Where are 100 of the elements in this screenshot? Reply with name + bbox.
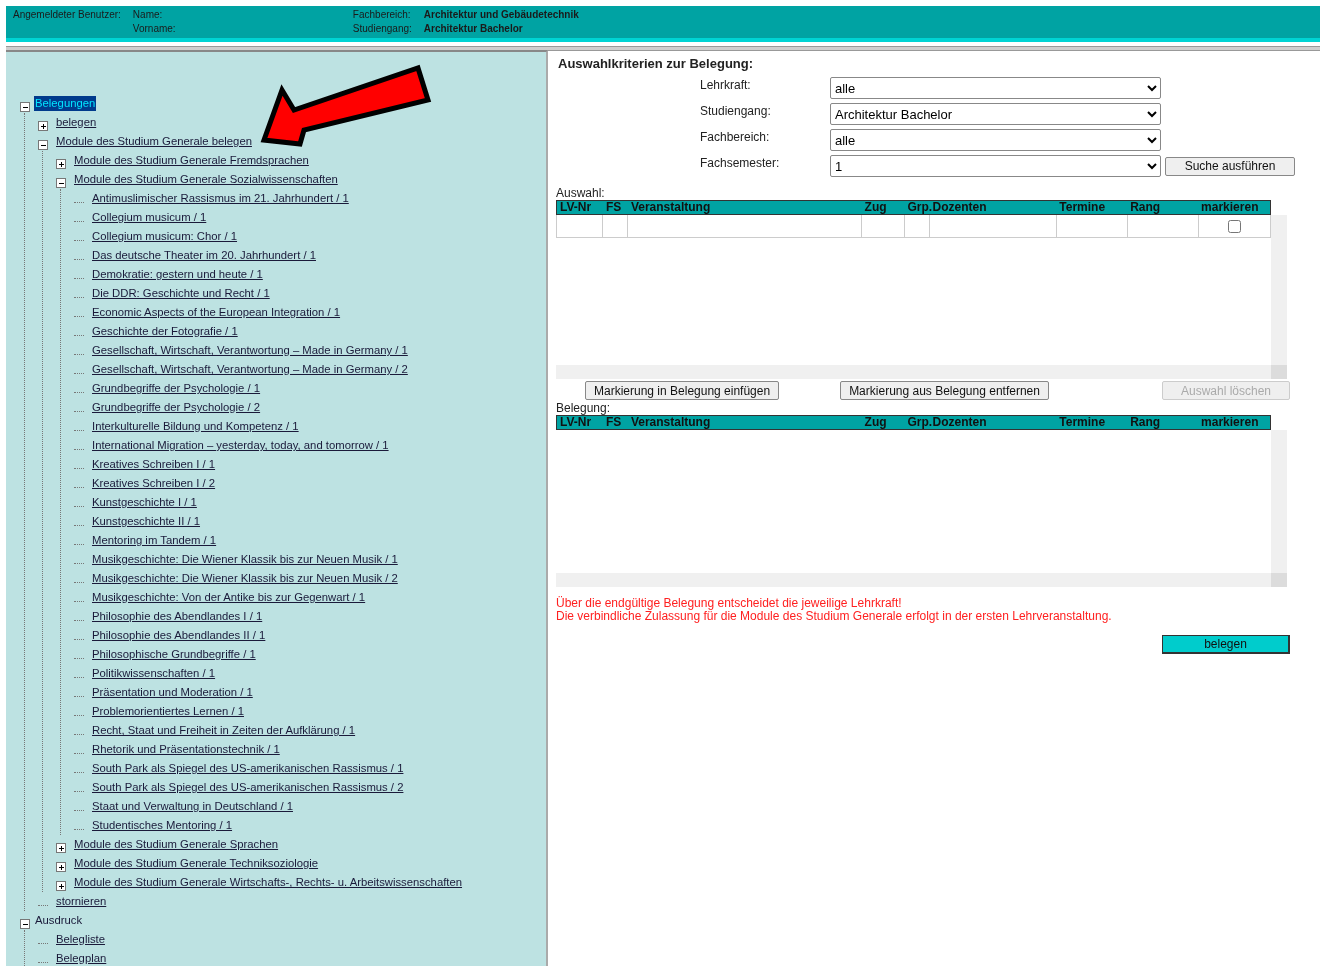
tree-link[interactable]: Module des Studium Generale Sozialwissenschaften — [70, 172, 338, 187]
column-header: Grp. — [904, 416, 930, 429]
column-header: Veranstaltung — [627, 201, 862, 214]
tree-link[interactable]: Philosophie des Abendlandes I / 1 — [88, 609, 263, 624]
tree-link[interactable]: Collegium musicum / 1 — [88, 210, 207, 225]
tree-item[interactable]: Ausdruck — [34, 913, 84, 928]
action-button[interactable]: Markierung aus Belegung entfernen — [840, 381, 1049, 400]
column-header: Veranstaltung — [627, 416, 862, 429]
scrollbar-corner — [1271, 573, 1287, 587]
tree-link[interactable]: Gesellschaft, Wirtschaft, Verantwortung – Made in Germany / 1 — [88, 343, 408, 358]
column-header: Termine — [1056, 201, 1128, 214]
table-label: Auswahl: — [556, 187, 606, 200]
tree-link[interactable]: Geschichte der Fotografie / 1 — [88, 324, 238, 339]
tree-link[interactable]: Gesellschaft, Wirtschaft, Verantwortung – Made in Germany / 2 — [88, 362, 408, 377]
column-header: Zug — [861, 201, 905, 214]
expand-icon[interactable] — [56, 861, 66, 872]
tree-link[interactable]: Collegium musicum: Chor / 1 — [88, 229, 238, 244]
collapse-icon[interactable] — [56, 177, 66, 188]
tree-link[interactable]: Problemorientiertes Lernen / 1 — [88, 704, 244, 719]
tree-link[interactable]: Mentoring im Tandem / 1 — [88, 533, 217, 548]
field-label: Fachbereich: — [700, 129, 771, 144]
tree-link[interactable]: Philosophische Grundbegriffe / 1 — [88, 647, 256, 662]
column-header: Zug — [861, 416, 905, 429]
dropdown[interactable]: 1 — [830, 155, 1161, 177]
column-header: FS — [602, 201, 628, 214]
column-header: markieren — [1198, 416, 1270, 429]
tree-link[interactable]: South Park als Spiegel des US-amerikanischen Rassismus / 2 — [88, 780, 404, 795]
tree-link[interactable]: Rhetorik und Präsentationstechnik / 1 — [88, 742, 280, 757]
tree-link[interactable]: Belegliste — [52, 932, 105, 947]
field-label: Angemeldeter Benutzer: — [13, 8, 121, 22]
tree-link[interactable]: Politikwissenschaften / 1 — [88, 666, 216, 681]
tree-link[interactable]: Kunstgeschichte II / 1 — [88, 514, 200, 529]
column-header: Rang — [1127, 201, 1199, 214]
column-header: Rang — [1127, 416, 1199, 429]
tree-link[interactable]: Musikgeschichte: Die Wiener Klassik bis zur Neuen Musik / 1 — [88, 552, 398, 567]
tree-link[interactable]: Module des Studium Generale Fremdsprachen — [70, 153, 309, 168]
tree-link[interactable]: Demokratie: gestern und heute / 1 — [88, 267, 263, 282]
tree-link[interactable]: Philosophie des Abendlandes II / 1 — [88, 628, 266, 643]
tree-link[interactable]: Antimuslimischer Rassismus im 21. Jahrhundert / 1 — [88, 191, 349, 206]
column-header: Termine — [1056, 416, 1128, 429]
vertical-scrollbar[interactable] — [1271, 430, 1287, 573]
horizontal-scrollbar[interactable] — [556, 365, 1271, 379]
field-label: Studiengang: — [700, 103, 772, 118]
tree-link[interactable]: Das deutsche Theater im 20. Jahrhundert / 1 — [88, 248, 316, 263]
dropdown[interactable]: Architektur Bachelor — [830, 103, 1161, 125]
field-label: Fachbereich: — [352, 8, 412, 22]
column-header: Grp. — [904, 201, 930, 214]
tree-link[interactable]: Kreatives Schreiben I / 1 — [88, 457, 216, 472]
tree-link[interactable]: Module des Studium Generale Sprachen — [70, 837, 279, 852]
warning-text: Die verbindliche Zulassung für die Module des Studium Generale erfolgt in der ersten Lehrveranstaltung. — [556, 610, 1113, 623]
tree-link[interactable]: International Migration – yesterday, today, and tomorrow / 1 — [88, 438, 389, 453]
submit-button[interactable]: belegen — [1162, 635, 1290, 654]
tree-link[interactable]: Interkulturelle Bildung und Kompetenz / 1 — [88, 419, 299, 434]
tree-item[interactable]: Belegungen — [34, 96, 97, 111]
tree-link[interactable]: Recht, Staat und Freiheit in Zeiten der Aufklärung / 1 — [88, 723, 356, 738]
tree-link[interactable]: belegen — [52, 115, 97, 130]
column-header: LV-Nr — [557, 201, 603, 214]
dropdown[interactable]: alle — [830, 129, 1161, 151]
field-value: Architektur Bachelor — [423, 22, 524, 36]
expand-icon[interactable] — [38, 120, 48, 131]
column-header: markieren — [1198, 201, 1270, 214]
tree-link[interactable]: Module des Studium Generale Wirtschafts-, Rechts- u. Arbeitswissenschaften — [70, 875, 463, 890]
tree-link[interactable]: Musikgeschichte: Die Wiener Klassik bis zur Neuen Musik / 2 — [88, 571, 398, 586]
expand-icon[interactable] — [56, 158, 66, 169]
vertical-scrollbar[interactable] — [1271, 215, 1287, 365]
tree-link[interactable]: Kunstgeschichte I / 1 — [88, 495, 197, 510]
field-label: Studiengang: — [352, 22, 412, 36]
tree-link[interactable]: Grundbegriffe der Psychologie / 1 — [88, 381, 261, 396]
warning-text: Über die endgültige Belegung entscheidet die jeweilige Lehrkraft! — [556, 597, 903, 610]
field-label: Name: — [132, 8, 164, 22]
section-title: Auswahlkriterien zur Belegung: — [558, 56, 755, 71]
horizontal-scrollbar[interactable] — [556, 573, 1271, 587]
tree-link[interactable]: Module des Studium Generale Techniksoziologie — [70, 856, 319, 871]
tree-link[interactable]: Kreatives Schreiben I / 2 — [88, 476, 216, 491]
checkbox[interactable] — [1228, 219, 1241, 233]
tree-link[interactable]: Belegplan — [52, 951, 107, 966]
field-value: Architektur und Gebäudetechnik — [423, 8, 579, 22]
tree-link[interactable]: Die DDR: Geschichte und Recht / 1 — [88, 286, 270, 301]
tree-link[interactable]: South Park als Spiegel des US-amerikanischen Rassismus / 1 — [88, 761, 404, 776]
table-label: Belegung: — [556, 402, 612, 415]
action-button[interactable]: Markierung in Belegung einfügen — [585, 381, 780, 400]
tree-link[interactable]: Economic Aspects of the European Integration / 1 — [88, 305, 341, 320]
scrollbar-corner — [1271, 365, 1287, 379]
search-button[interactable]: Suche ausführen — [1165, 156, 1295, 176]
collapse-icon[interactable] — [38, 139, 48, 150]
tree-link[interactable]: Präsentation und Moderation / 1 — [88, 685, 253, 700]
field-label: Vorname: — [132, 22, 177, 36]
tree-link[interactable]: Grundbegriffe der Psychologie / 2 — [88, 400, 261, 415]
tree-link[interactable]: Staat und Verwaltung in Deutschland / 1 — [88, 799, 293, 814]
collapse-icon[interactable] — [20, 918, 30, 929]
tree-link[interactable]: Musikgeschichte: Von der Antike bis zur Gegenwart / 1 — [88, 590, 366, 605]
tree-link[interactable]: stornieren — [52, 894, 107, 909]
tree-link[interactable]: Module des Studium Generale belegen — [52, 134, 252, 149]
expand-icon[interactable] — [56, 842, 66, 853]
expand-icon[interactable] — [56, 880, 66, 891]
column-header: FS — [602, 416, 628, 429]
tree-link[interactable]: Studentisches Mentoring / 1 — [88, 818, 233, 833]
field-label: Lehrkraft: — [700, 77, 752, 92]
dropdown[interactable]: alle — [830, 77, 1161, 99]
collapse-icon[interactable] — [20, 101, 30, 112]
